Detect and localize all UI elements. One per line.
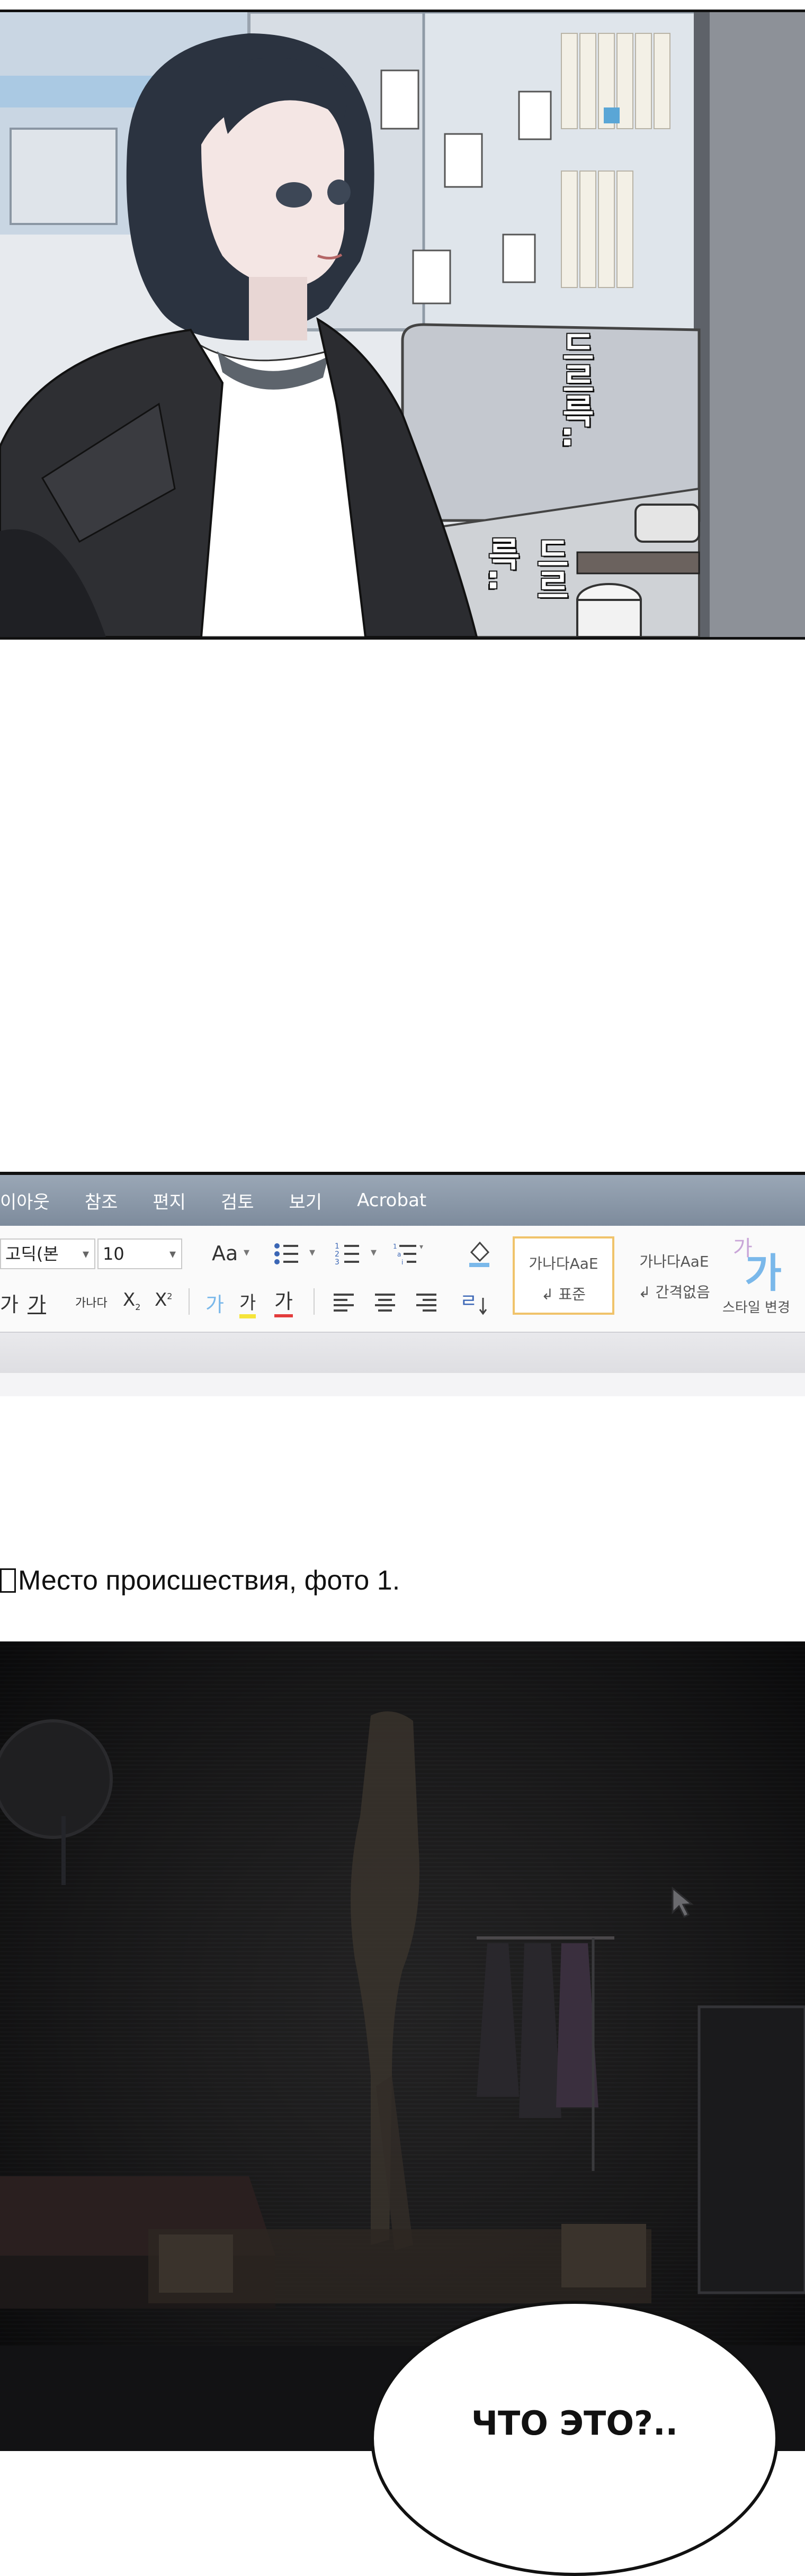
paint-bucket-icon[interactable] (466, 1238, 493, 1268)
office-scene-illustration (0, 12, 805, 637)
menu-acrobat[interactable]: Acrobat (357, 1190, 426, 1211)
menu-review[interactable]: 검토 (221, 1188, 254, 1214)
line-spacing-icon[interactable]: ㄹ (459, 1287, 490, 1317)
bold-ga-button[interactable]: 가 (0, 1288, 19, 1317)
font-size-combo[interactable]: 10 ▾ (97, 1238, 182, 1269)
change-case-button[interactable]: Aa (212, 1242, 238, 1265)
chevron-down-icon: ▾ (82, 1246, 89, 1261)
subscript-mark: 2 (135, 1302, 141, 1312)
style-normal-tile[interactable]: 가나다AaE ↲ 표준 (513, 1236, 614, 1315)
checkbox-square-icon (0, 1568, 16, 1593)
menu-mailings[interactable]: 편지 (153, 1188, 186, 1214)
svg-text:ㄹ: ㄹ (460, 1290, 477, 1312)
chevron-down-icon: ▾ (169, 1246, 176, 1261)
style-no-spacing-label: ↲ 간격없음 (638, 1283, 710, 1301)
svg-text:2: 2 (335, 1250, 339, 1259)
superscript-mark: 2 (167, 1291, 173, 1302)
style-normal-preview: 가나다AaE (529, 1255, 598, 1272)
underline-ga-button[interactable]: 가 (28, 1288, 46, 1317)
divider (314, 1288, 315, 1315)
svg-text:3: 3 (335, 1258, 339, 1266)
caption-text: Место происшествия, фото 1. (18, 1565, 400, 1596)
align-center-icon[interactable] (374, 1291, 397, 1313)
style-no-spacing-tile[interactable]: 가나다AaE ↲ 간격없음 (624, 1236, 724, 1315)
highlight-color-button[interactable]: 가 (239, 1288, 256, 1318)
menu-layout[interactable]: 이아웃 (0, 1188, 50, 1214)
strikethrough-button[interactable]: 가나다 (75, 1294, 108, 1311)
chevron-down-icon: ▾ (309, 1246, 316, 1259)
subscript-x: X (123, 1289, 136, 1311)
divider (189, 1288, 190, 1315)
bullet-list-icon[interactable] (273, 1242, 305, 1266)
multilevel-list-icon[interactable]: 1 a i ▾ (392, 1242, 429, 1266)
change-styles-button[interactable]: 가 가 스타일 변경 (720, 1228, 805, 1318)
document-caption: Место происшествия, фото 1. (0, 1565, 400, 1596)
speech-bubble-text: ЧТО ЭТО?.. (471, 2404, 678, 2443)
svg-text:i: i (401, 1259, 403, 1266)
align-left-icon[interactable] (333, 1291, 356, 1313)
change-styles-big-ga: 가 (745, 1250, 782, 1297)
font-name-combo[interactable]: 고딕(본 ▾ (0, 1238, 95, 1269)
numbered-list-icon[interactable]: 1 2 3 (334, 1242, 365, 1266)
svg-text:▾: ▾ (419, 1243, 423, 1251)
align-right-icon[interactable] (415, 1291, 439, 1313)
sfx-rattle-bottom: 드르륵.. (481, 536, 570, 601)
text-effect-button[interactable]: 가 (205, 1288, 224, 1317)
chevron-down-icon: ▾ (371, 1246, 377, 1259)
ribbon-bottom-strip (0, 1332, 805, 1373)
ribbon-menu-bar: 이아웃 참조 편지 검토 보기 Acrobat (0, 1175, 805, 1226)
change-styles-label: 스타일 변경 (722, 1300, 790, 1316)
style-no-spacing-preview: 가나다AaE (639, 1253, 709, 1270)
font-size-value: 10 (103, 1244, 124, 1264)
ribbon-toolbar: 고딕(본 ▾ 10 ▾ Aa ▾ ▾ 1 2 3 ▾ 1 a i ▾ 가 가 가… (0, 1226, 805, 1332)
superscript-button[interactable]: X2 (155, 1289, 172, 1311)
word-processor-ribbon: 이아웃 참조 편지 검토 보기 Acrobat 고딕(본 ▾ 10 ▾ Aa ▾… (0, 1172, 805, 1396)
menu-references[interactable]: 참조 (85, 1188, 118, 1214)
svg-text:1: 1 (393, 1243, 397, 1250)
subscript-button[interactable]: X2 (123, 1289, 140, 1312)
sfx-rattle-top: 드르륵.. (555, 329, 596, 448)
svg-text:a: a (397, 1251, 401, 1258)
font-color-button[interactable]: 가 (274, 1285, 293, 1317)
style-normal-label: ↲ 표준 (541, 1286, 586, 1303)
svg-text:1: 1 (335, 1242, 339, 1251)
menu-view[interactable]: 보기 (289, 1188, 323, 1214)
superscript-x: X (155, 1289, 167, 1311)
font-name-value: 고딕(본 (5, 1244, 59, 1264)
office-panel: 드르륵.. 드르륵.. (0, 10, 805, 640)
chevron-down-icon: ▾ (244, 1246, 250, 1259)
